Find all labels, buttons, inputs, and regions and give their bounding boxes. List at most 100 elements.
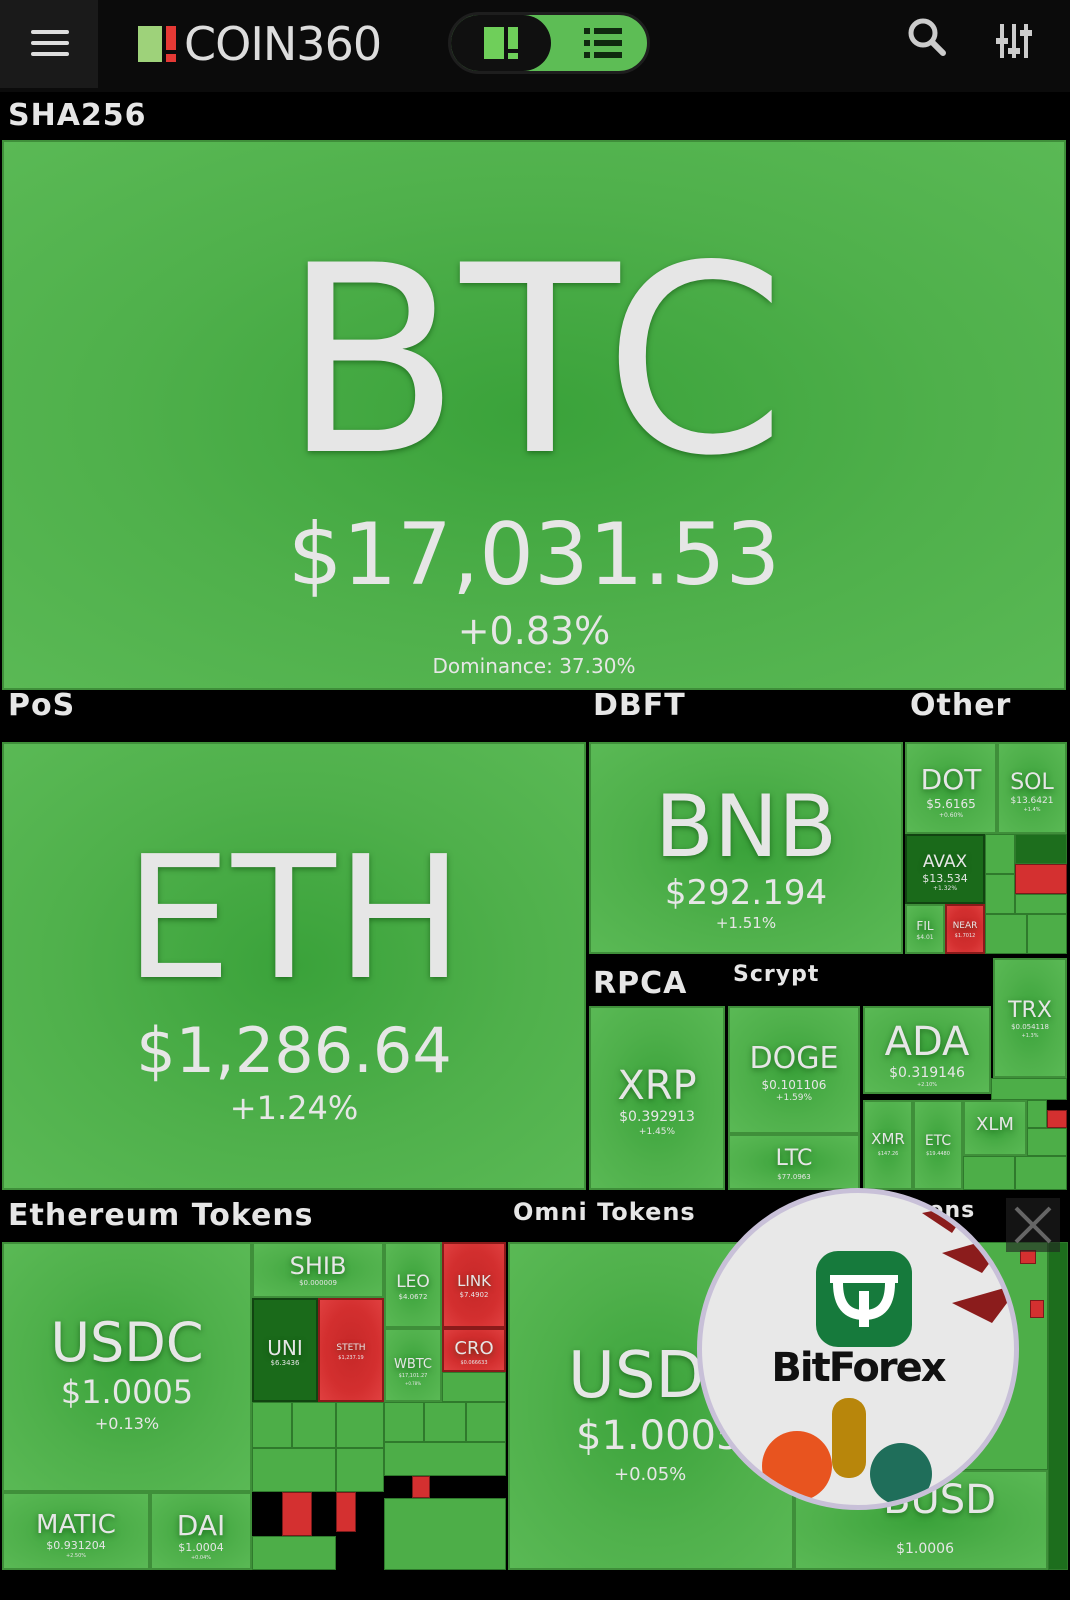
- coin-tile-eth[interactable]: ETH $1,286.64 +1.24%: [2, 742, 586, 1190]
- coin-tile-sol[interactable]: SOL $13.6421 +1.4%: [997, 742, 1067, 834]
- coin-tile-steth[interactable]: STETH $1,237.19: [318, 1298, 384, 1402]
- coin-tile-btc[interactable]: BTC $17,031.53 +0.83% Dominance: 37.30%: [2, 140, 1066, 690]
- coin-tile-small[interactable]: [336, 1448, 384, 1492]
- coin-change: +0.83%: [457, 609, 611, 653]
- coin-symbol: WBTC: [393, 1357, 433, 1372]
- coin-tile-fil[interactable]: FIL $4.01: [905, 904, 945, 954]
- coin-tile-small[interactable]: [252, 1536, 336, 1570]
- coin-tile-doge[interactable]: DOGE $0.101106 +1.59%: [728, 1006, 860, 1134]
- coin-tile-small[interactable]: [252, 1402, 292, 1448]
- coin-tile-small[interactable]: [1020, 1250, 1036, 1264]
- coin-price: $1.0006: [896, 1541, 954, 1557]
- coin-symbol: NEAR: [952, 921, 978, 931]
- coin-tile-ltc[interactable]: LTC $77.0963: [728, 1134, 860, 1190]
- coin-tile-shib[interactable]: SHIB $0.000009: [252, 1242, 384, 1298]
- coin-price: $0.931204: [46, 1539, 106, 1552]
- coin-tile-matic[interactable]: MATIC $0.931204 +2.50%: [2, 1492, 150, 1570]
- coin-price: $0.054118: [1011, 1023, 1049, 1031]
- coin-symbol: SHIB: [289, 1252, 347, 1280]
- coin-tile-small[interactable]: [282, 1492, 312, 1536]
- coin-tile-small[interactable]: [1047, 1110, 1067, 1128]
- coin-tile-xmr[interactable]: XMR $147.26: [863, 1100, 913, 1190]
- view-toggle[interactable]: [448, 12, 650, 74]
- coin-tile-small[interactable]: [1015, 894, 1067, 914]
- coin-tile-small[interactable]: [1015, 834, 1067, 864]
- filter-sliders-icon[interactable]: [994, 20, 1040, 66]
- coin-tile-wbtc[interactable]: WBTC $17,101.27 +0.78%: [384, 1328, 442, 1402]
- coin-tile-avax[interactable]: AVAX $13.534 +1.32%: [905, 834, 985, 904]
- coin-change: +1.51%: [715, 914, 777, 932]
- coin-tile-xlm[interactable]: XLM: [963, 1100, 1027, 1156]
- tether-coin-icon: [870, 1443, 932, 1505]
- coin-tile-small[interactable]: [991, 1078, 1067, 1100]
- coin-price: $0.319146: [889, 1065, 965, 1081]
- coin-tile-small[interactable]: [384, 1498, 506, 1570]
- coin-tile-small[interactable]: [1027, 914, 1067, 954]
- coin-change: +0.04%: [190, 1555, 212, 1561]
- coin-price: $0.000009: [299, 1279, 337, 1287]
- list-view-icon[interactable]: [584, 28, 622, 58]
- bitforex-logo-icon: [816, 1251, 912, 1347]
- menu-button[interactable]: [0, 0, 98, 88]
- coin-change: +1.24%: [229, 1089, 359, 1127]
- coin-tile-small[interactable]: [424, 1402, 466, 1442]
- coin-tile-small[interactable]: [1027, 1100, 1047, 1128]
- coin-tile-small[interactable]: [963, 1156, 1015, 1190]
- coin-tile-small[interactable]: [985, 874, 1015, 914]
- coin-change: +0.60%: [938, 812, 964, 819]
- coin-symbol: AVAX: [922, 852, 968, 872]
- coin-price: $77.0963: [777, 1173, 811, 1181]
- coin-tile-small[interactable]: [252, 1448, 336, 1492]
- coin-symbol: ETH: [124, 820, 464, 1018]
- trophy-icon: [832, 1398, 866, 1478]
- coin-symbol: ETC: [924, 1133, 952, 1149]
- coin-tile-dai[interactable]: DAI $1.0004 +0.04%: [150, 1492, 252, 1570]
- coin-tile-small[interactable]: [985, 834, 1015, 874]
- coin-tile-etc[interactable]: ETC $19.4480: [913, 1100, 963, 1190]
- coin-tile-leo[interactable]: LEO $4.0672: [384, 1242, 442, 1328]
- coin-tile-uni[interactable]: UNI $6.3436: [252, 1298, 318, 1402]
- search-icon[interactable]: [905, 16, 951, 62]
- coin-tile-dot[interactable]: DOT $5.6165 +0.60%: [905, 742, 997, 834]
- coin-tile-small[interactable]: [336, 1492, 356, 1532]
- coin-tile-small[interactable]: [1015, 864, 1067, 894]
- coin-tile-xrp[interactable]: XRP $0.392913 +1.45%: [589, 1006, 725, 1190]
- coin-tile-small[interactable]: [292, 1402, 336, 1448]
- coin-price: $4.0672: [398, 1293, 428, 1301]
- coin-change: +1.59%: [775, 1093, 813, 1103]
- coin-tile-link[interactable]: LINK $7.4902: [442, 1242, 506, 1328]
- coin-price: $17,101.27: [398, 1373, 428, 1379]
- close-icon[interactable]: [1006, 1198, 1060, 1252]
- coin-tile-small[interactable]: [384, 1442, 506, 1476]
- coin-tile-near[interactable]: NEAR $1.7012: [945, 904, 985, 954]
- coin-symbol: ADA: [884, 1019, 970, 1065]
- coin-tile-small[interactable]: [412, 1476, 430, 1498]
- coin-price: $1.0005: [60, 1373, 194, 1411]
- section-label-rpca: RPCA: [593, 966, 688, 1001]
- app-logo[interactable]: COIN360: [138, 14, 382, 74]
- coin-symbol: STETH: [336, 1343, 366, 1353]
- treemap-view-icon[interactable]: [484, 27, 518, 59]
- coin-tile-usdc[interactable]: USDC $1.0005 +0.13%: [2, 1242, 252, 1492]
- coin-tile-small[interactable]: [384, 1402, 424, 1442]
- coin-tile-trx[interactable]: TRX $0.054118 +1.3%: [993, 958, 1067, 1078]
- coin-tile-small[interactable]: [1030, 1300, 1044, 1318]
- coin-tile-small[interactable]: [985, 914, 1027, 954]
- coin-tile-small[interactable]: [1015, 1156, 1067, 1190]
- coin-symbol: XLM: [976, 1114, 1014, 1135]
- coin-price: $1,237.19: [338, 1355, 364, 1361]
- coin-tile-small[interactable]: [336, 1402, 384, 1448]
- ad-brand-text: BitForex: [771, 1345, 946, 1391]
- toggle-knob: [451, 15, 551, 71]
- coin-tile-small[interactable]: [442, 1372, 506, 1402]
- coin-tile-small[interactable]: [1027, 1128, 1067, 1156]
- coin-tile-cro[interactable]: CRO $0.066633: [442, 1328, 506, 1372]
- coin-tile-small[interactable]: [1048, 1242, 1068, 1570]
- bitforex-ad-popup[interactable]: BitForex: [697, 1188, 1019, 1510]
- coin-tile-ada[interactable]: ADA $0.319146 +2.10%: [863, 1006, 991, 1094]
- coin-tile-bnb[interactable]: BNB $292.194 +1.51%: [589, 742, 903, 954]
- coin-symbol: DOGE: [749, 1041, 839, 1076]
- coin-price: $0.392913: [619, 1109, 695, 1125]
- coin-tile-small[interactable]: [466, 1402, 506, 1442]
- coin-price: $1.0004: [178, 1541, 224, 1554]
